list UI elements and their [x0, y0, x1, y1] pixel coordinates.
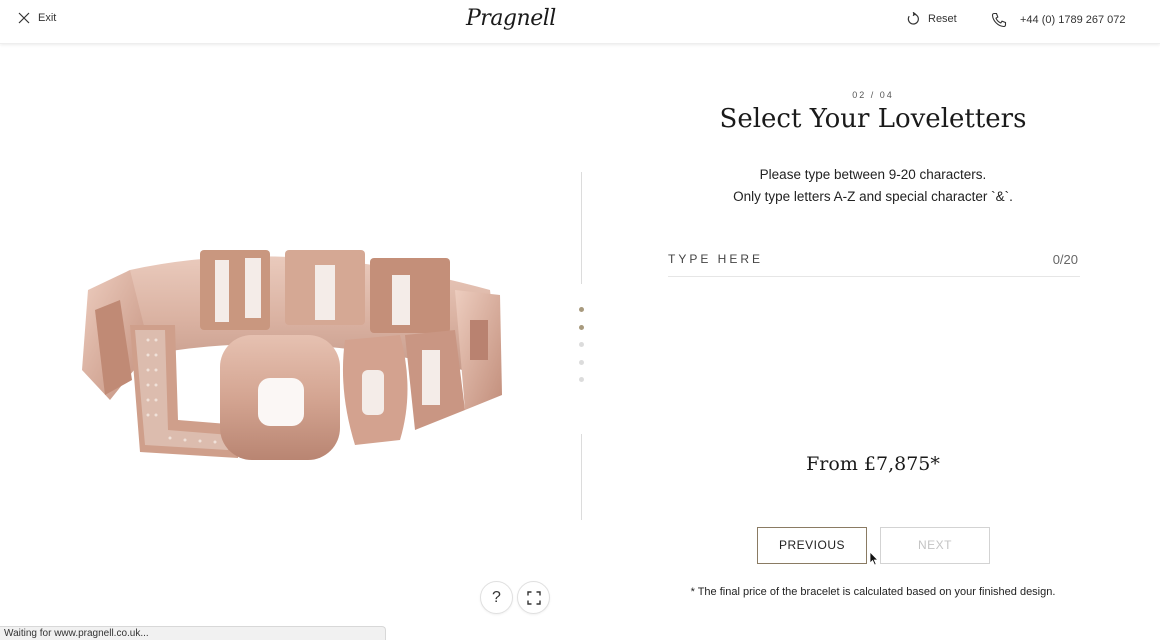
page-title: Select Your Loveletters — [719, 104, 1027, 134]
divider-top — [581, 172, 582, 284]
close-icon — [18, 12, 30, 24]
fullscreen-icon — [526, 590, 541, 605]
previous-button[interactable]: PREVIOUS — [757, 527, 867, 564]
top-bar: Exit Pragnell Reset +44 (0) 1789 267 072 — [0, 0, 1160, 44]
step-dot[interactable] — [579, 342, 584, 347]
phone-icon — [991, 12, 1007, 28]
bracelet-preview-image[interactable] — [70, 230, 510, 470]
fullscreen-button[interactable] — [517, 581, 550, 614]
help-button[interactable]: ? — [480, 581, 513, 614]
phone-link[interactable]: +44 (0) 1789 267 072 — [991, 12, 1126, 28]
brand-logo[interactable]: Pragnell — [466, 6, 556, 31]
step-dot[interactable] — [579, 377, 584, 382]
price-footnote: * The final price of the bracelet is cal… — [690, 586, 1056, 598]
reset-label: Reset — [928, 13, 957, 25]
character-counter: 0/20 — [1052, 252, 1078, 267]
browser-status-bar: Waiting for www.pragnell.co.uk... — [0, 626, 386, 640]
instruction-line-1: Please type between 9-20 characters. — [759, 167, 987, 182]
reset-icon — [907, 12, 919, 25]
question-icon: ? — [492, 588, 501, 606]
step-dot[interactable] — [579, 359, 584, 365]
step-dot[interactable] — [579, 307, 584, 312]
next-button[interactable]: NEXT — [880, 527, 990, 564]
divider-bottom — [581, 434, 582, 520]
reset-button[interactable]: Reset — [906, 12, 957, 26]
instruction-line-2: Only type letters A-Z and special charac… — [733, 189, 1013, 204]
phone-number: +44 (0) 1789 267 072 — [1020, 14, 1126, 26]
bracelet-illustration — [82, 250, 502, 460]
step-dots — [579, 307, 585, 395]
exit-label: Exit — [38, 12, 57, 24]
letters-input[interactable] — [668, 276, 1080, 326]
mouse-pointer-icon — [869, 551, 879, 566]
price-display: From £7,875* — [806, 453, 940, 475]
step-dot[interactable] — [579, 324, 584, 330]
exit-button[interactable]: Exit — [18, 12, 56, 24]
letters-input-label: TYPE HERE — [668, 252, 764, 266]
step-indicator: 02 / 04 — [852, 90, 894, 100]
